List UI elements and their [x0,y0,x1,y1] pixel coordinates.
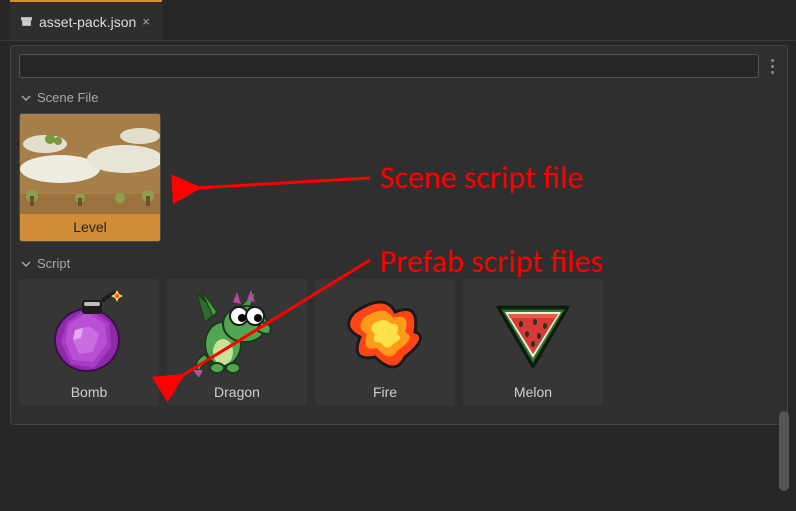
file-icon [20,14,33,29]
asset-label: Level [20,214,160,241]
level-thumbnail [20,114,160,214]
chevron-down-icon [21,93,31,103]
tab-asset-pack[interactable]: asset-pack.json × [10,2,162,40]
asset-tile-level[interactable]: Level [19,113,161,242]
script-grid: Bomb [19,277,779,416]
melon-thumbnail [463,279,603,379]
fire-thumbnail [315,279,455,379]
asset-tile-dragon[interactable]: Dragon [167,279,307,406]
section-title-script: Script [37,256,70,271]
scrollbar[interactable] [779,411,789,491]
asset-panel: Scene File [10,45,788,425]
bomb-thumbnail [19,279,159,379]
search-input[interactable] [19,54,759,78]
close-icon[interactable]: × [142,14,150,29]
asset-tile-fire[interactable]: Fire [315,279,455,406]
toolbar-row [19,54,779,78]
scene-file-grid: Level [19,111,779,252]
asset-tile-bomb[interactable]: Bomb [19,279,159,406]
asset-label: Fire [315,379,455,406]
tab-title: asset-pack.json [39,14,136,30]
dragon-thumbnail [167,279,307,379]
editor-window: asset-pack.json × Scene File [0,0,796,511]
kebab-menu-icon[interactable] [765,55,779,77]
section-header-scene-file[interactable]: Scene File [19,86,779,111]
editor-body: Scene File [10,45,788,511]
section-header-script[interactable]: Script [19,252,779,277]
chevron-down-icon [21,259,31,269]
asset-tile-melon[interactable]: Melon [463,279,603,406]
asset-label: Melon [463,379,603,406]
asset-label: Bomb [19,379,159,406]
asset-label: Dragon [167,379,307,406]
tab-bar: asset-pack.json × [0,0,796,41]
section-title-scene: Scene File [37,90,98,105]
